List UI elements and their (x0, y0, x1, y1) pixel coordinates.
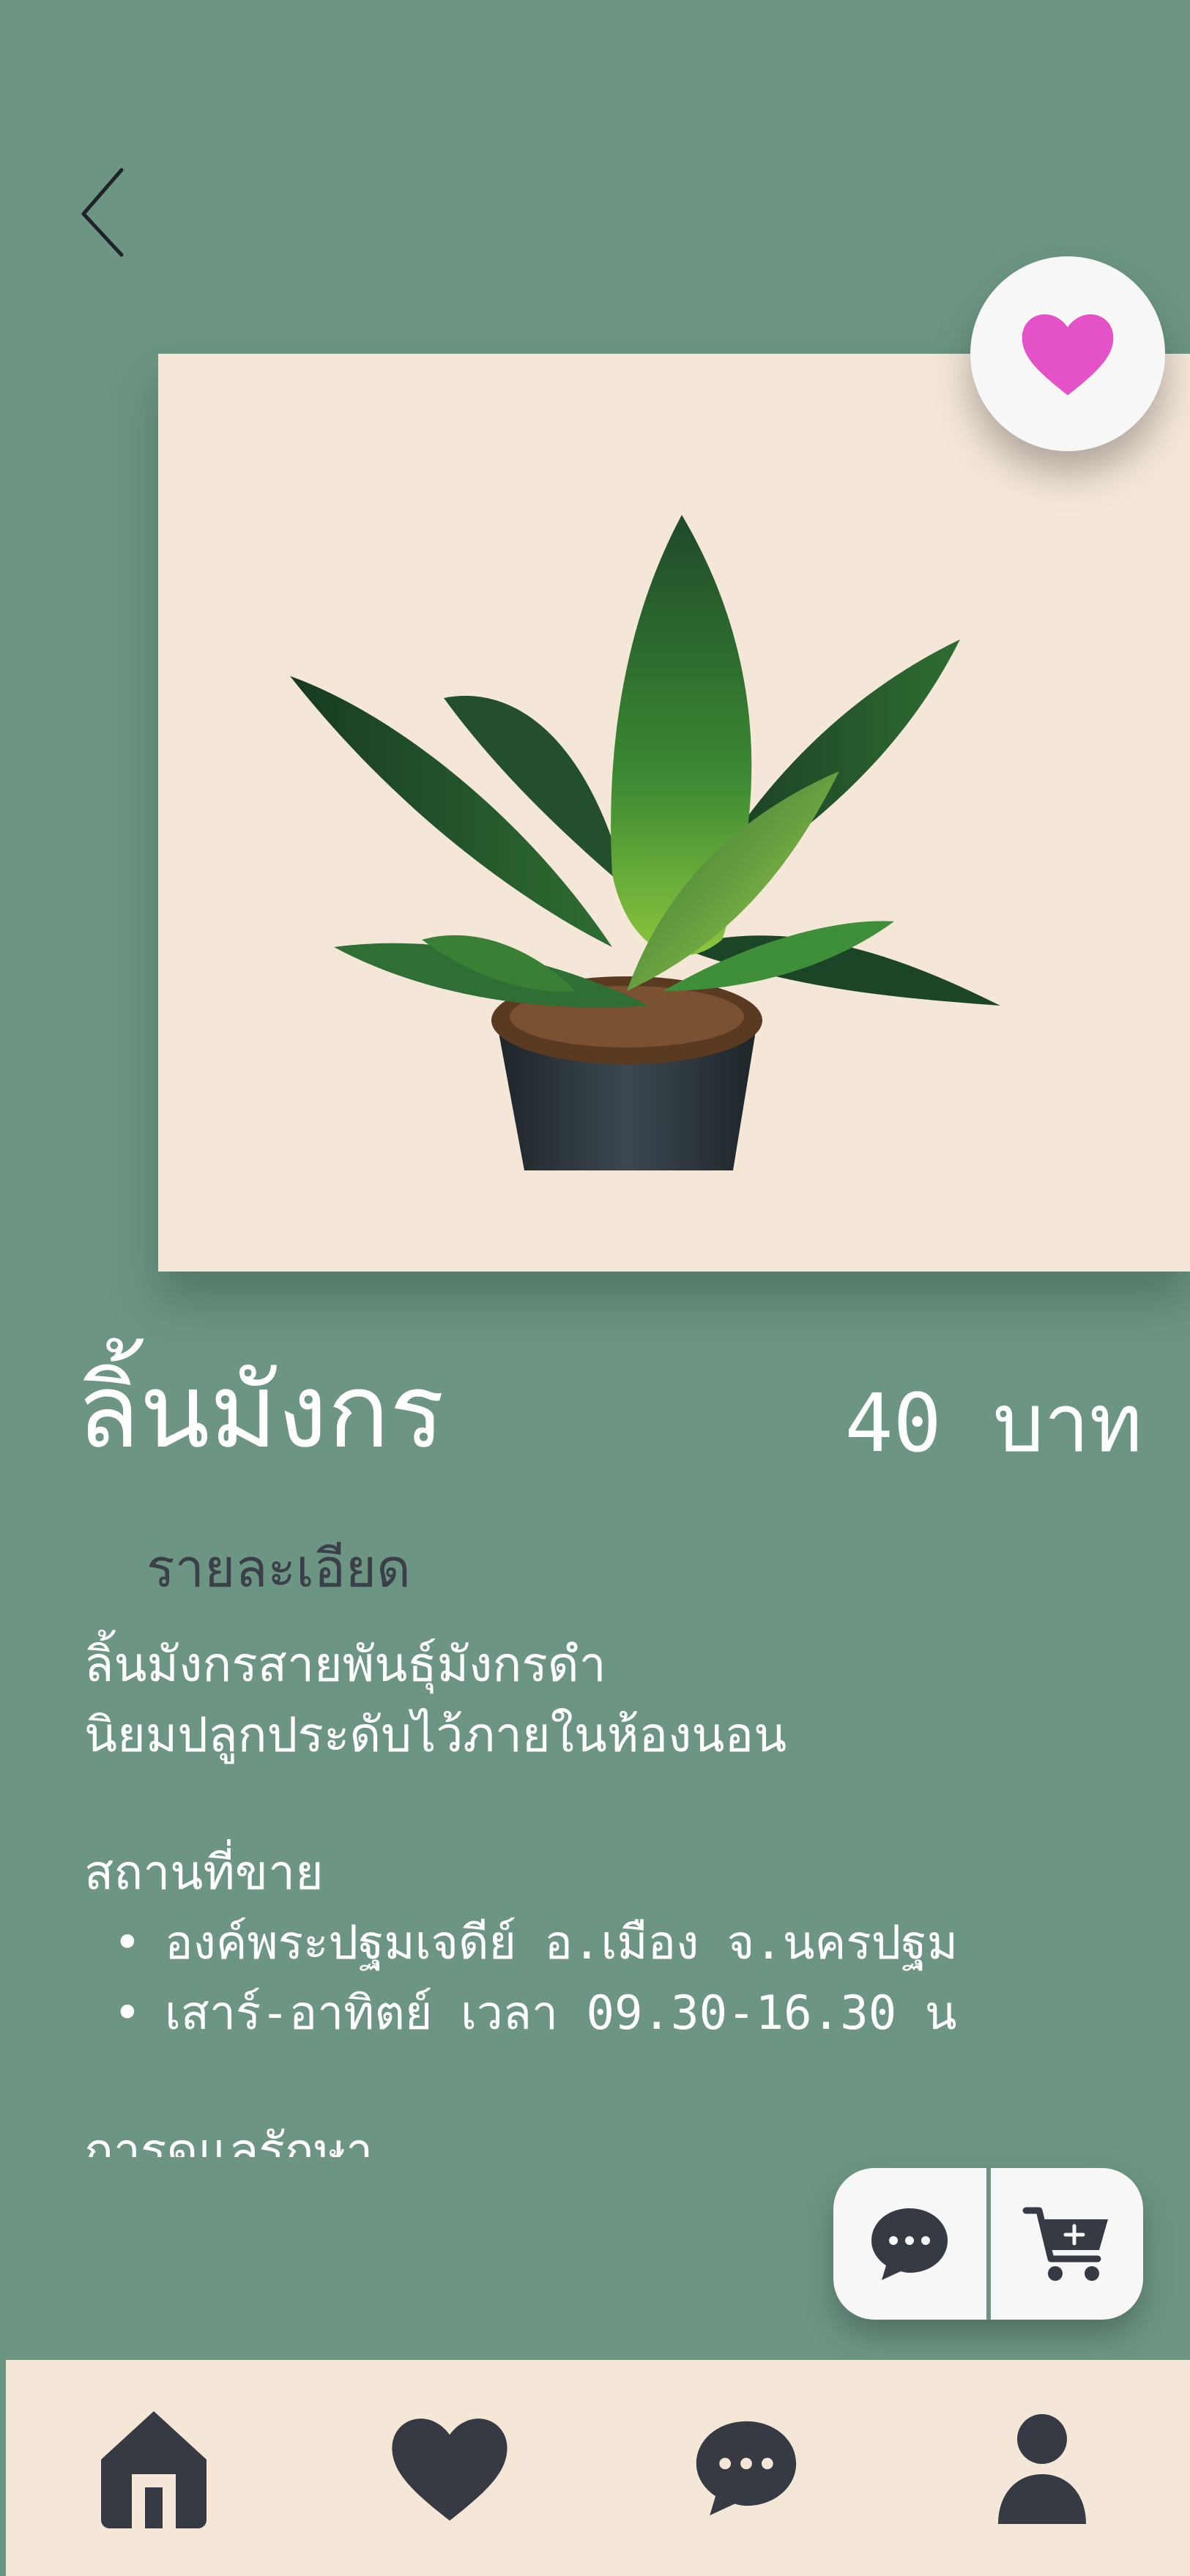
back-button[interactable] (73, 163, 139, 265)
product-image-card (158, 354, 1190, 1272)
location-bullet: • เสาร์-อาทิตย์ เวลา 09.30-16.30 น (114, 1986, 957, 2041)
chat-bubble-icon (871, 2208, 948, 2280)
home-icon (101, 2410, 207, 2528)
location-bullet: • องค์พระปฐมเจดีย์ อ.เมือง จ.นครปฐม (114, 1916, 958, 1970)
nav-favorites[interactable] (302, 2360, 598, 2576)
chat-seller-button[interactable] (833, 2168, 986, 2320)
product-price: 40 บาท (844, 1383, 1142, 1463)
description-line: ลิ้นมังกรสายพันธุ์มังกรดำ (84, 1636, 606, 1693)
description-line: นิยมปลูกประดับไว้ภายในห้องนอน (84, 1707, 787, 1763)
product-detail-screen: ลิ้นมังกร 40 บาท รายละเอียด ลิ้นมังกรสาย… (0, 0, 1190, 2576)
heart-icon (392, 2418, 507, 2520)
price-unit: บาท (992, 1376, 1142, 1470)
location-heading: สถานที่ขาย (84, 1844, 324, 1901)
product-name: ลิ้นมังกร (77, 1352, 445, 1471)
care-heading: การดูแลรักษา (84, 2123, 373, 2157)
bottom-navigation (6, 2360, 1190, 2576)
location-bullet-text: เสาร์-อาทิตย์ เวลา 09.30-16.30 น (165, 1986, 957, 2041)
details-content: ลิ้นมังกรสายพันธุ์มังกรดำ นิยมปลูกประดับ… (84, 1630, 1109, 2157)
chat-bubble-icon (696, 2421, 796, 2515)
details-heading: รายละเอียด (146, 1537, 411, 1599)
action-buttons (833, 2168, 1143, 2320)
nav-home[interactable] (6, 2360, 302, 2576)
heart-icon (1022, 314, 1114, 396)
location-bullet-text: องค์พระปฐมเจดีย์ อ.เมือง จ.นครปฐม (165, 1916, 958, 1970)
add-to-cart-button[interactable] (991, 2168, 1144, 2320)
nav-chat[interactable] (598, 2360, 894, 2576)
cart-plus-icon (1022, 2207, 1108, 2281)
nav-profile[interactable] (894, 2360, 1190, 2576)
price-value: 40 (844, 1376, 942, 1470)
chevron-left-icon (81, 168, 124, 257)
plant-image (290, 515, 1000, 1170)
favorite-button[interactable] (970, 256, 1165, 451)
user-icon (997, 2413, 1086, 2524)
